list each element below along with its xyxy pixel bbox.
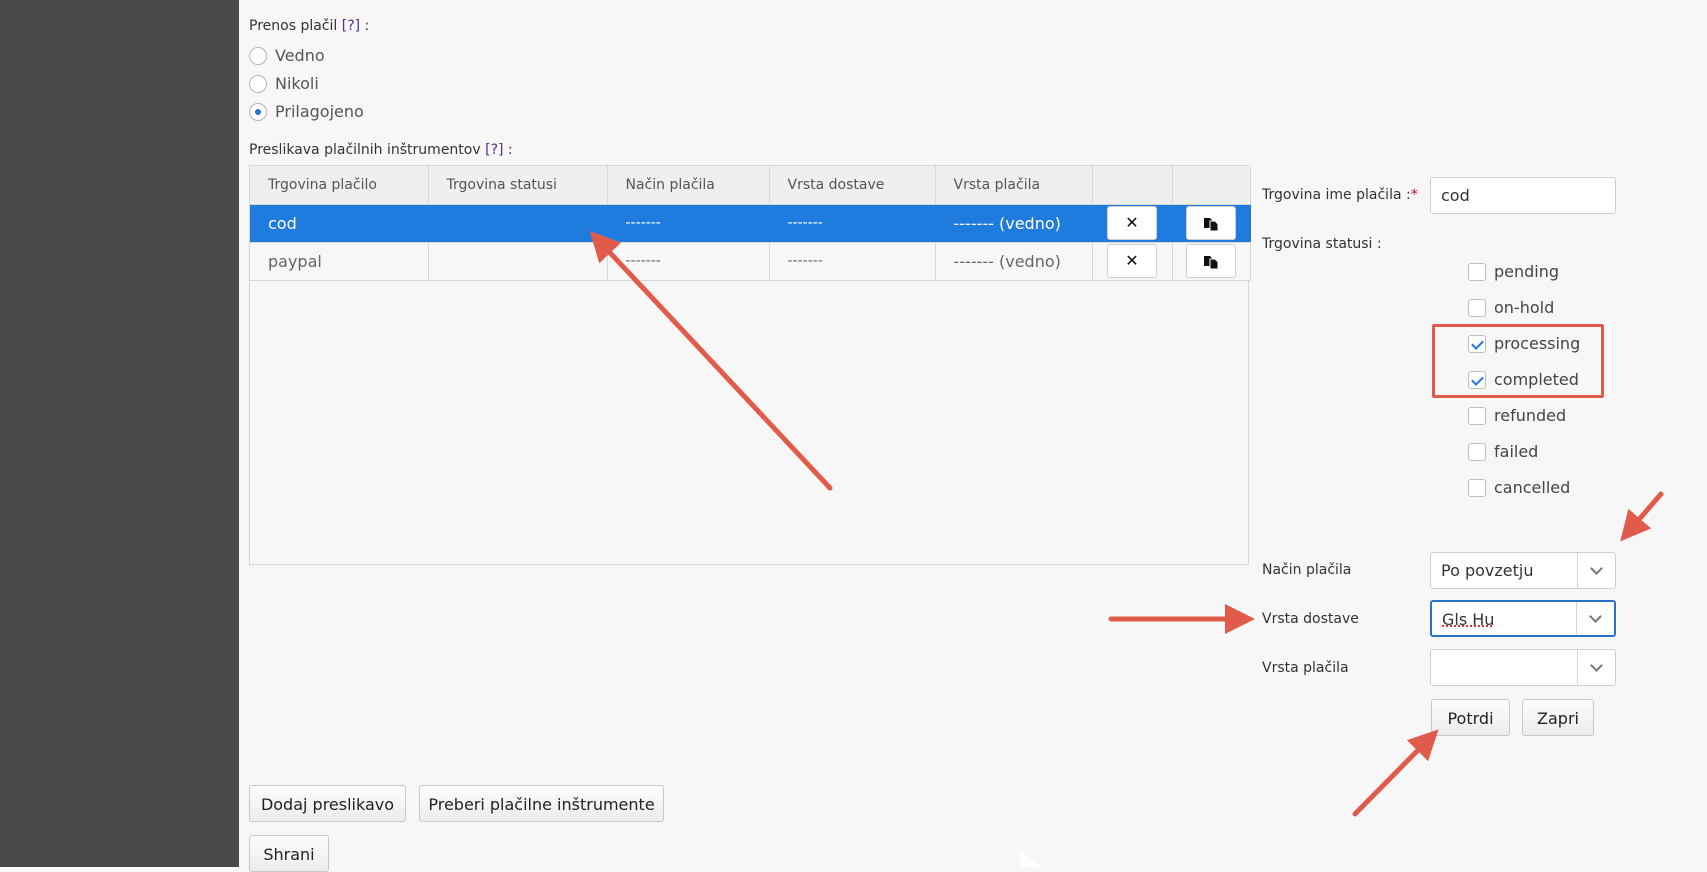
annotation-arrow [600,242,830,488]
annotation-arrows [0,0,1707,867]
cursor-pointer [1020,850,1042,867]
annotation-arrow [1630,494,1661,530]
annotation-arrow [1355,740,1428,814]
